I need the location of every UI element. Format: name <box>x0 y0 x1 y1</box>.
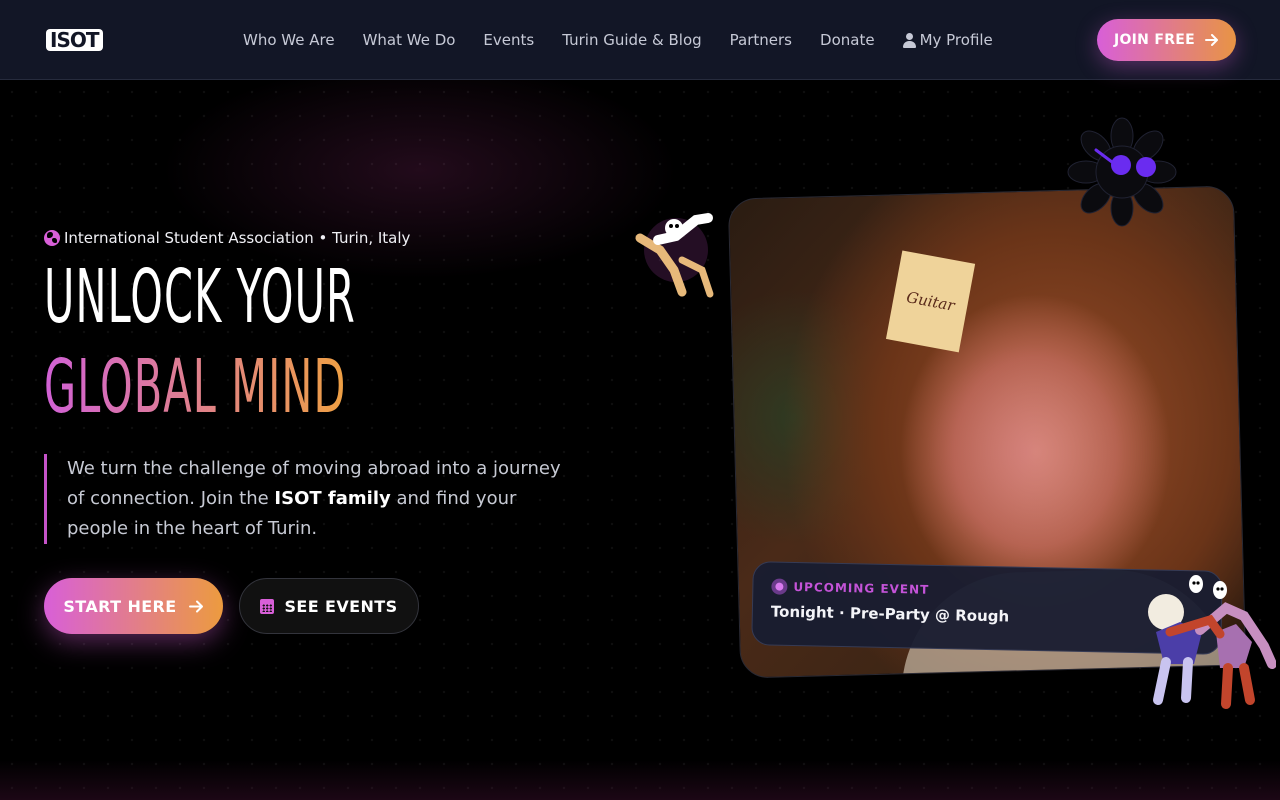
nav-turin-guide-blog[interactable]: Turin Guide & Blog <box>562 31 701 49</box>
event-tag: UPCOMING EVENT <box>771 578 1203 603</box>
logo-text: ISOT <box>46 29 103 51</box>
top-nav: ISOT Who We Are What We Do Events Turin … <box>0 0 1280 80</box>
see-events-button[interactable]: SEE EVENTS <box>239 578 419 634</box>
dancing-duo-sticker <box>1148 575 1276 709</box>
jumping-figure-sticker <box>635 213 714 298</box>
join-free-button[interactable]: JOIN FREE <box>1097 19 1236 61</box>
bottom-glow <box>0 760 1280 800</box>
hero-headline: Unlock Your Global Mind <box>44 252 601 432</box>
nav-my-profile-label: My Profile <box>919 31 993 49</box>
calendar-icon <box>260 598 275 614</box>
event-title: Tonight · Pre-Party @ Rough <box>770 602 1010 626</box>
nav-links: Who We Are What We Do Events Turin Guide… <box>243 0 993 80</box>
hero-eyebrow: International Student Association • Turi… <box>44 229 410 247</box>
event-tag-label: UPCOMING EVENT <box>793 579 930 597</box>
lead-bold: ISOT family <box>274 488 391 509</box>
nav-events[interactable]: Events <box>483 31 534 49</box>
nav-partners[interactable]: Partners <box>730 31 792 49</box>
logo[interactable]: ISOT <box>44 29 103 51</box>
live-dot-icon <box>771 578 788 595</box>
start-here-label: START HERE <box>63 596 177 616</box>
nav-what-we-do[interactable]: What We Do <box>363 31 456 49</box>
start-here-button[interactable]: START HERE <box>44 578 223 634</box>
globe-icon <box>44 230 60 246</box>
arrow-right-icon <box>1205 34 1219 46</box>
arrow-right-icon <box>188 600 203 612</box>
headline-line-1: Unlock Your <box>44 254 356 340</box>
user-icon <box>902 32 916 48</box>
background-glow <box>160 60 680 280</box>
headline-line-2: Global Mind <box>44 342 356 432</box>
photo-sticky-note: Guitar <box>885 250 976 353</box>
hero-eyebrow-text: International Student Association • Turi… <box>64 229 411 247</box>
join-free-label: JOIN FREE <box>1113 32 1196 48</box>
nav-who-we-are[interactable]: Who We Are <box>243 31 335 49</box>
nav-my-profile[interactable]: My Profile <box>902 31 993 49</box>
nav-donate[interactable]: Donate <box>820 31 875 49</box>
flower-face-sticker <box>1067 117 1177 227</box>
hero-lead: We turn the challenge of moving abroad i… <box>44 454 564 544</box>
photo-face <box>922 339 1129 565</box>
see-events-label: SEE EVENTS <box>284 596 398 616</box>
